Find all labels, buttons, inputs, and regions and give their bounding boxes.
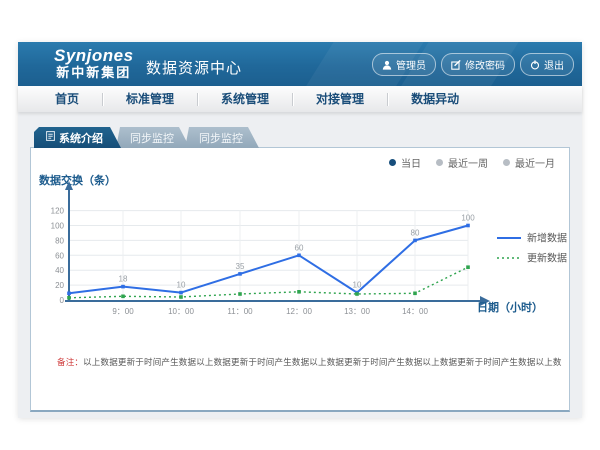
data-point — [238, 292, 242, 296]
data-point — [297, 254, 301, 258]
data-point — [466, 224, 470, 228]
data-point-label: 100 — [461, 214, 475, 223]
y-tick-label: 0 — [60, 296, 65, 305]
data-point — [297, 290, 301, 294]
app-window: Synjones 新中新集团 数据资源中心 管理员 修改密码 退出 首页 标准管… — [18, 42, 582, 418]
x-axis-title: 日期（小时） — [477, 299, 543, 315]
logout-label: 退出 — [544, 57, 564, 72]
y-axis-arrow-icon — [65, 181, 73, 190]
tab-bar: 系统介绍 同步监控 同步监控 — [34, 127, 259, 148]
data-point — [466, 265, 470, 269]
x-tick-label: 10：00 — [168, 307, 194, 316]
brand-logo-en: Synjones — [54, 46, 134, 65]
user-icon — [382, 60, 392, 70]
app-header: Synjones 新中新集团 数据资源中心 管理员 修改密码 退出 — [18, 42, 582, 86]
data-point-label: 18 — [119, 275, 128, 284]
change-password-button[interactable]: 修改密码 — [441, 53, 515, 76]
data-point — [355, 292, 359, 296]
footnote: 备注：以上数据更新于时间产生数据以上数据更新于时间产生数据以上数据更新于时间产生… — [57, 356, 562, 368]
legend-label[interactable]: 新增数据 — [527, 232, 567, 245]
change-password-label: 修改密码 — [465, 57, 505, 72]
data-point — [179, 291, 183, 295]
tab-sync-monitor-1[interactable]: 同步监控 — [116, 127, 190, 148]
document-icon — [46, 131, 55, 144]
tab-label: 同步监控 — [130, 130, 174, 146]
data-point — [413, 239, 417, 243]
tab-system-intro[interactable]: 系统介绍 — [34, 127, 121, 148]
data-point — [413, 292, 417, 296]
data-point-label: 35 — [236, 262, 245, 271]
y-tick-label: 20 — [55, 281, 64, 290]
main-nav: 首页 标准管理 系统管理 对接管理 数据异动 — [18, 86, 582, 112]
user-button[interactable]: 管理员 — [372, 53, 436, 76]
nav-item-home[interactable]: 首页 — [32, 86, 102, 112]
data-point — [121, 295, 125, 299]
data-point-label: 10 — [177, 281, 186, 290]
nav-item-system-mgmt[interactable]: 系统管理 — [198, 86, 292, 112]
x-tick-label: 11：00 — [227, 307, 253, 316]
x-tick-label: 9：00 — [112, 307, 134, 316]
data-point — [238, 272, 242, 276]
page-title: 数据资源中心 — [146, 57, 242, 78]
y-tick-label: 120 — [51, 207, 65, 216]
chart-card: 当日 最近一周 最近一月 数据交换（条） 0204060801001209：00… — [30, 147, 570, 412]
legend-label[interactable]: 更新数据 — [527, 252, 567, 265]
y-tick-label: 40 — [55, 266, 64, 275]
nav-item-standard-mgmt[interactable]: 标准管理 — [103, 86, 197, 112]
brand-logo: Synjones 新中新集团 — [54, 46, 134, 80]
x-tick-label: 14：00 — [402, 307, 428, 316]
nav-item-interface-mgmt[interactable]: 对接管理 — [293, 86, 387, 112]
series-line-1 — [69, 267, 468, 298]
logout-button[interactable]: 退出 — [520, 53, 574, 76]
tab-sync-monitor-2[interactable]: 同步监控 — [185, 127, 259, 148]
power-icon — [530, 60, 540, 70]
tab-label: 同步监控 — [199, 130, 243, 146]
brand-logo-cn: 新中新集团 — [54, 65, 134, 80]
y-tick-label: 100 — [51, 222, 65, 231]
footnote-prefix: 备注： — [57, 357, 83, 367]
y-tick-label: 60 — [55, 251, 64, 260]
data-point — [67, 292, 71, 296]
data-point — [121, 285, 125, 289]
x-tick-label: 12：00 — [286, 307, 312, 316]
y-tick-label: 80 — [55, 236, 64, 245]
data-point — [179, 295, 183, 299]
nav-item-data-change[interactable]: 数据异动 — [388, 86, 482, 112]
footnote-text: 以上数据更新于时间产生数据以上数据更新于时间产生数据以上数据更新于时间产生数据以… — [83, 357, 562, 367]
data-point-label: 80 — [411, 228, 420, 237]
series-line-0 — [69, 226, 468, 294]
user-button-label: 管理员 — [396, 57, 426, 72]
data-point — [67, 296, 71, 300]
tab-label: 系统介绍 — [59, 130, 103, 146]
x-tick-label: 13：00 — [344, 307, 370, 316]
data-point-label: 10 — [353, 281, 362, 290]
data-point-label: 60 — [295, 243, 304, 252]
header-actions: 管理员 修改密码 退出 — [372, 53, 574, 76]
edit-icon — [451, 60, 461, 70]
